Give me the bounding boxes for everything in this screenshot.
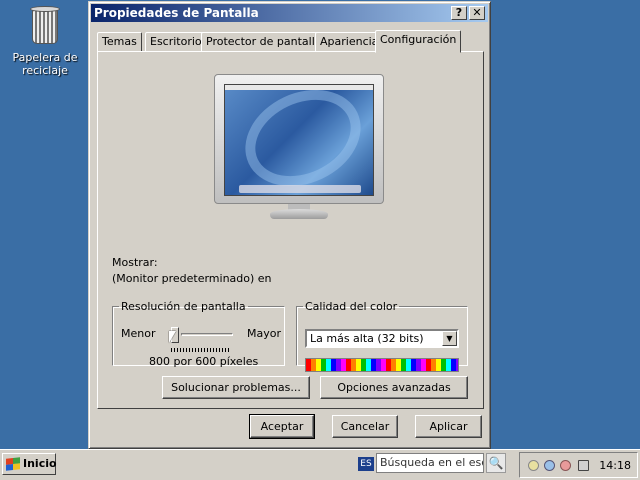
troubleshoot-button[interactable]: Solucionar problemas... — [162, 376, 310, 399]
tab-configuracion[interactable]: Configuración — [375, 30, 462, 53]
tray-display-icon[interactable] — [578, 460, 589, 471]
monitor-name: (Monitor predeterminado) en — [112, 272, 272, 285]
color-quality-value: La más alta (32 bits) — [310, 332, 424, 345]
clock[interactable]: 14:18 — [599, 459, 631, 472]
recycle-bin-icon — [28, 4, 62, 46]
tab-escritorio[interactable]: Escritorio — [145, 32, 207, 52]
tab-protector-de-pantalla[interactable]: Protector de pantalla — [201, 32, 327, 52]
display-label: Mostrar: — [112, 256, 158, 269]
taskbar: Inicio ES Búsqueda en el escrito 🔍 14:18 — [0, 449, 640, 480]
cancel-button[interactable]: Cancelar — [332, 415, 398, 438]
search-input[interactable]: Búsqueda en el escrito — [376, 453, 484, 473]
language-indicator[interactable]: ES — [358, 457, 374, 471]
close-button[interactable]: ✕ — [469, 6, 485, 20]
ok-button[interactable]: Aceptar — [249, 414, 315, 439]
tray-search-icon[interactable] — [544, 460, 555, 471]
window-title: Propiedades de Pantalla — [94, 6, 259, 20]
display-properties-window: Propiedades de Pantalla ? ✕ Temas Escrit… — [88, 1, 491, 449]
resolution-less-label: Menor — [121, 327, 156, 340]
resolution-more-label: Mayor — [247, 327, 281, 340]
monitor-preview — [214, 74, 384, 204]
tab-temas[interactable]: Temas — [97, 32, 142, 52]
color-spectrum-bar — [305, 358, 459, 372]
color-quality-select[interactable]: La más alta (32 bits) ▼ — [305, 329, 459, 348]
resolution-slider-track[interactable] — [181, 333, 233, 336]
window-titlebar[interactable]: Propiedades de Pantalla ? ✕ — [91, 4, 488, 22]
tab-apariencia[interactable]: Apariencia — [315, 32, 384, 52]
start-label: Inicio — [23, 457, 57, 470]
search-icon[interactable]: 🔍 — [486, 453, 506, 473]
monitor-screen-preview — [224, 84, 374, 196]
settings-panel: Mostrar: (Monitor predeterminado) en Res… — [97, 51, 484, 409]
resolution-legend: Resolución de pantalla — [121, 300, 246, 313]
tray-network-icon[interactable] — [560, 460, 571, 471]
tray-app-icon[interactable] — [528, 460, 539, 471]
color-quality-legend: Calidad del color — [305, 300, 398, 313]
help-button[interactable]: ? — [451, 6, 467, 20]
resolution-slider-ticks — [171, 348, 231, 352]
advanced-options-button[interactable]: Opciones avanzadas — [320, 376, 468, 399]
windows-logo-icon — [6, 457, 20, 471]
recycle-bin-label: Papelera de reciclaje — [12, 51, 78, 77]
resolution-group: Resolución de pantalla Menor Mayor 800 p… — [112, 300, 285, 368]
mouse-cursor-icon — [169, 331, 176, 343]
system-tray: 14:18 — [519, 452, 638, 478]
color-quality-group: Calidad del color La más alta (32 bits) … — [296, 300, 468, 372]
apply-button[interactable]: Aplicar — [415, 415, 482, 438]
recycle-bin-desktop-icon[interactable]: Papelera de reciclaje — [10, 4, 80, 77]
resolution-value: 800 por 600 píxeles — [149, 355, 259, 368]
start-button[interactable]: Inicio — [2, 453, 57, 475]
dropdown-arrow-icon[interactable]: ▼ — [442, 331, 457, 346]
